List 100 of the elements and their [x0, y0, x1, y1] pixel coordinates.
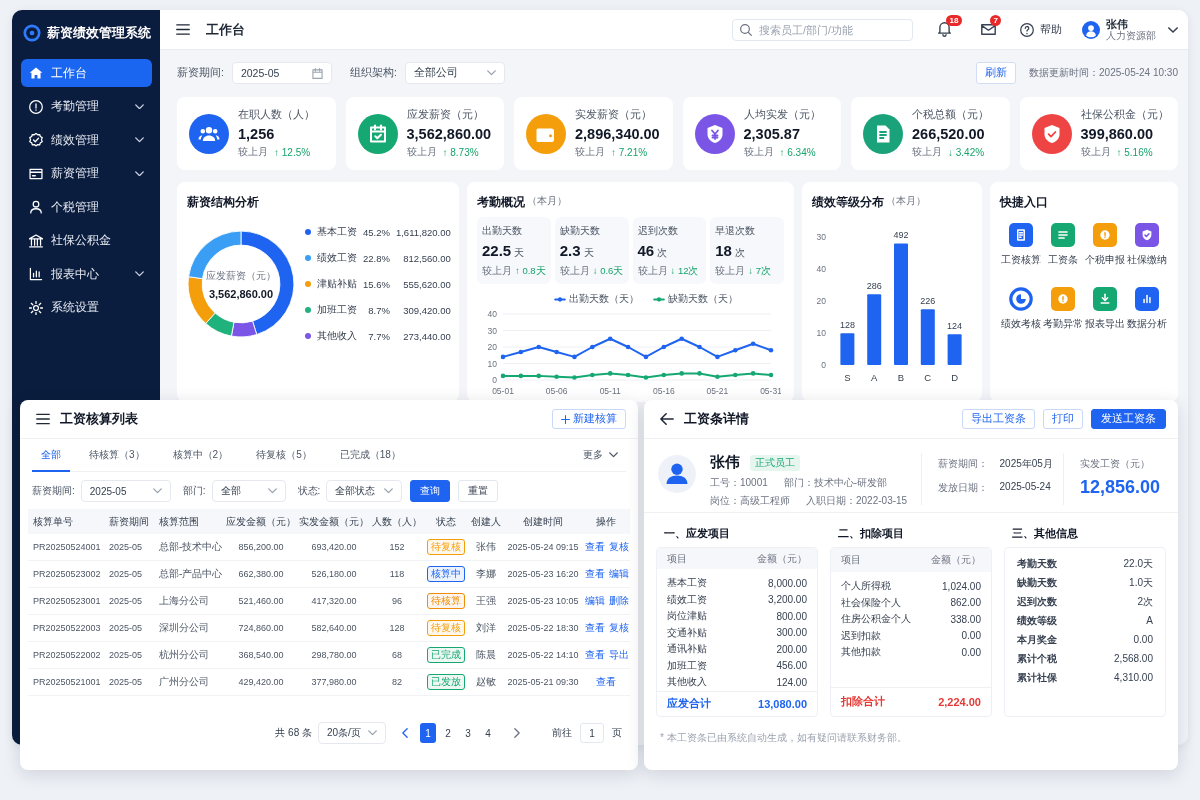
- shortcut-item[interactable]: 报表导出: [1084, 287, 1126, 331]
- tab[interactable]: 已完成（18）: [330, 439, 410, 472]
- action-link[interactable]: 复核: [609, 622, 629, 633]
- date-picker[interactable]: 2025-05: [231, 62, 332, 84]
- status-tag: 核算中: [427, 566, 465, 582]
- nav-item[interactable]: 报表中心: [21, 260, 152, 288]
- action-link[interactable]: 查看: [585, 622, 605, 633]
- column-header: 项目: [841, 553, 861, 567]
- tab[interactable]: 核算中（2）: [163, 439, 238, 472]
- data-point: [553, 349, 559, 355]
- metric-unit: 天: [514, 246, 525, 260]
- select-field[interactable]: 全部状态: [326, 480, 403, 502]
- action-link[interactable]: 复核: [609, 541, 629, 552]
- chevron-down-icon: [152, 488, 162, 494]
- action-link[interactable]: 查看: [585, 568, 605, 579]
- reset-button[interactable]: 重置: [458, 480, 499, 502]
- legend-label: 其他收入: [317, 329, 357, 343]
- nav-item[interactable]: 个税管理: [21, 193, 152, 221]
- table-cell: 上海分公司: [154, 587, 224, 615]
- mail-icon[interactable]: [981, 22, 996, 37]
- shortcut-item[interactable]: 个税申报: [1084, 223, 1126, 267]
- new-button[interactable]: 新建核算: [552, 409, 626, 429]
- nav-item[interactable]: 系统设置: [21, 293, 152, 322]
- data-point: [571, 354, 577, 360]
- legend-percent: 7.7%: [367, 330, 390, 342]
- action-button[interactable]: 打印: [1043, 409, 1083, 429]
- compare-label: 较上月: [575, 145, 605, 159]
- data-point: [607, 371, 612, 376]
- tab[interactable]: 全部: [32, 439, 70, 472]
- action-link[interactable]: 查看: [585, 541, 605, 552]
- nav-item[interactable]: 考勤管理: [21, 92, 152, 121]
- shortcut-item[interactable]: 社保缴纳: [1126, 223, 1168, 267]
- stat-value: 266,520.00: [912, 126, 985, 142]
- bar-value-label: 124: [947, 321, 963, 332]
- page-button[interactable]: 3: [460, 723, 476, 743]
- page-input[interactable]: 1: [580, 723, 604, 743]
- more-dropdown[interactable]: 更多: [583, 439, 626, 471]
- page-button[interactable]: 1: [420, 723, 436, 743]
- nav-item[interactable]: 薪资管理: [21, 159, 152, 188]
- search-field[interactable]: 搜索员工/部门/功能: [732, 18, 913, 41]
- stat-label: 个税总额（元）: [912, 108, 989, 122]
- change-value: ↓ 3.42%: [948, 146, 985, 158]
- change-value: ↓ 12次: [670, 264, 699, 278]
- employee-type-tag: 正式员工: [750, 454, 800, 471]
- page-size-select[interactable]: 20条/页: [318, 722, 386, 744]
- shortcut-item[interactable]: 工资核算: [1000, 223, 1042, 267]
- net-pay-value: 12,856.00: [1079, 477, 1160, 498]
- user-name: 张伟: [1106, 17, 1129, 31]
- search-icon: [740, 23, 752, 36]
- shortcut-item[interactable]: 考勤异常: [1042, 287, 1084, 331]
- chevron-left-icon[interactable]: [402, 728, 408, 738]
- back-icon[interactable]: [660, 412, 674, 426]
- chevron-right-icon[interactable]: [514, 728, 520, 738]
- action-link[interactable]: 导出: [609, 649, 629, 660]
- refresh-button[interactable]: 刷新: [976, 62, 1017, 84]
- category-label: S: [844, 372, 851, 383]
- action-link[interactable]: 查看: [585, 649, 605, 660]
- avatar-icon[interactable]: [1082, 20, 1100, 39]
- nav-item[interactable]: 工作台: [21, 59, 152, 87]
- action-button[interactable]: 发送工资条: [1091, 409, 1166, 429]
- column-header: 核算单号: [28, 509, 104, 534]
- shortcut-item[interactable]: 工资条: [1042, 223, 1084, 267]
- table-cell: 417,320.00: [298, 587, 370, 615]
- chevron-down-icon: [135, 271, 144, 277]
- select-field[interactable]: 全部: [211, 480, 286, 502]
- app-title: 薪资绩效管理系统: [47, 24, 151, 42]
- action-button[interactable]: 导出工资条: [962, 409, 1035, 429]
- select-field[interactable]: 2025-05: [80, 480, 171, 502]
- compare-label: 较上月: [637, 264, 668, 278]
- shortcut-item[interactable]: 数据分析: [1126, 287, 1168, 331]
- tab[interactable]: 待核算（3）: [80, 439, 154, 472]
- field-value: 2025年05月: [999, 457, 1053, 471]
- total-amount: 2,224.00: [938, 696, 981, 708]
- panel-subtitle: （本月）: [886, 194, 926, 208]
- tab[interactable]: 待复核（5）: [247, 439, 321, 472]
- action-link[interactable]: 编辑: [585, 595, 605, 606]
- menu-icon[interactable]: [176, 24, 190, 35]
- nav-item[interactable]: 社保公积金: [21, 226, 152, 255]
- axis-tick-label: 05-21: [706, 386, 728, 396]
- item-amount: 0.00: [961, 630, 981, 642]
- info-value: 2,568.00: [1114, 653, 1153, 664]
- select-field[interactable]: 全部公司: [404, 62, 505, 84]
- action-link[interactable]: 删除: [609, 595, 629, 606]
- data-point: [678, 336, 684, 342]
- page-button[interactable]: 4: [480, 723, 496, 743]
- status-tag: 待复核: [427, 539, 465, 555]
- nav-item[interactable]: 绩效管理: [21, 126, 152, 154]
- bell-icon[interactable]: [937, 22, 952, 37]
- data-point: [661, 344, 666, 350]
- help-button[interactable]: 帮助: [1020, 22, 1062, 37]
- page-button[interactable]: 2: [440, 723, 456, 743]
- menu-icon[interactable]: [36, 412, 50, 426]
- shortcut-item[interactable]: 绩效考核: [1000, 287, 1042, 331]
- stat-value: 2,305.87: [743, 126, 800, 142]
- chevron-down-icon[interactable]: [1168, 26, 1178, 33]
- action-link[interactable]: 编辑: [609, 568, 629, 579]
- query-button[interactable]: 查询: [410, 480, 451, 502]
- info-label: 本月奖金: [1017, 632, 1057, 647]
- action-link[interactable]: 查看: [596, 676, 616, 687]
- info-label: 累计社保: [1017, 670, 1057, 685]
